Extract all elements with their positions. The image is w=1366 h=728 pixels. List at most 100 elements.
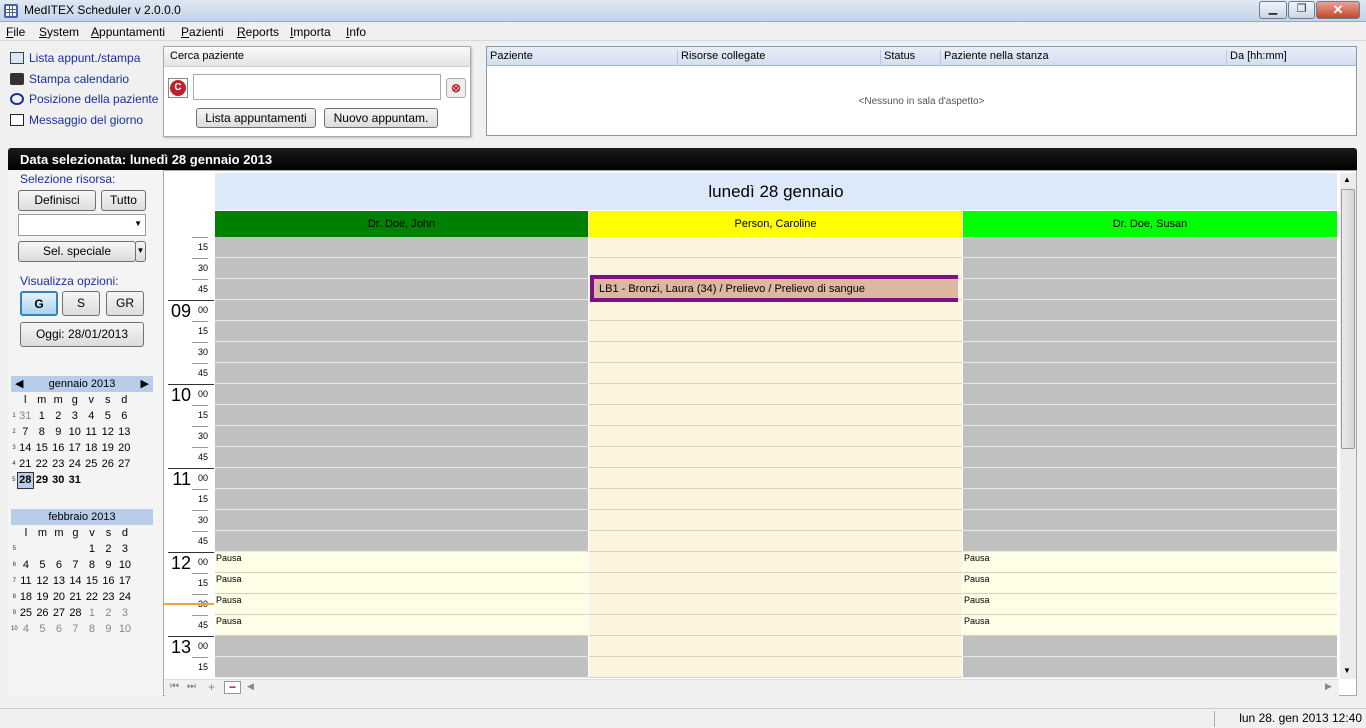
calendar-day[interactable]: 12 bbox=[34, 573, 51, 589]
time-slot[interactable] bbox=[963, 237, 1337, 258]
clear-search-button[interactable]: ⊗ bbox=[446, 78, 466, 98]
calendar-day[interactable]: 4 bbox=[18, 557, 35, 573]
time-slot[interactable] bbox=[215, 279, 588, 300]
calendar-day[interactable]: 6 bbox=[116, 408, 133, 424]
calendar-day[interactable]: 14 bbox=[67, 573, 84, 589]
time-slot[interactable] bbox=[589, 363, 962, 384]
calendar-day[interactable]: 5 bbox=[34, 557, 51, 573]
calendar-day[interactable]: 20 bbox=[51, 589, 68, 605]
time-slot[interactable] bbox=[215, 657, 588, 678]
time-slot[interactable] bbox=[215, 384, 588, 405]
time-slot[interactable] bbox=[215, 405, 588, 426]
calendar-day[interactable]: 18 bbox=[18, 589, 35, 605]
calendar-day[interactable]: 25 bbox=[83, 456, 100, 472]
calendar-day[interactable]: 13 bbox=[51, 573, 68, 589]
calendar-day[interactable]: 8 bbox=[34, 424, 51, 440]
link-lista-appuntamenti[interactable]: Lista appunt./stampa bbox=[10, 49, 140, 67]
time-slot[interactable]: Pausa bbox=[215, 594, 588, 615]
scroll-up-icon[interactable]: ▲ bbox=[1343, 175, 1351, 184]
vertical-scrollbar[interactable]: ▲ ▼ bbox=[1340, 173, 1356, 679]
remove-icon[interactable]: − bbox=[224, 681, 241, 694]
calendar-day[interactable]: 12 bbox=[100, 424, 117, 440]
nuovo-appuntamento-button[interactable]: Nuovo appuntam. bbox=[324, 108, 438, 128]
calendar-day[interactable]: 11 bbox=[18, 573, 35, 589]
time-slot[interactable] bbox=[963, 447, 1337, 468]
menu-appuntamenti[interactable]: Appuntamenti bbox=[91, 25, 165, 39]
time-slot[interactable] bbox=[963, 468, 1337, 489]
calendar-day[interactable]: 5 bbox=[100, 408, 117, 424]
menu-reports[interactable]: Reports bbox=[237, 25, 279, 39]
time-slot[interactable] bbox=[589, 447, 962, 468]
calendar-day[interactable]: 24 bbox=[117, 589, 134, 605]
calendar-day[interactable] bbox=[18, 541, 35, 557]
col-paziente-stanza[interactable]: Paziente nella stanza bbox=[940, 50, 1049, 66]
time-slot[interactable] bbox=[589, 237, 962, 258]
time-slot[interactable] bbox=[215, 489, 588, 510]
time-slot[interactable] bbox=[963, 510, 1337, 531]
view-group-button[interactable]: GR bbox=[106, 291, 144, 316]
today-button[interactable]: Oggi: 28/01/2013 bbox=[20, 322, 144, 347]
calendar-day[interactable]: 28 bbox=[16, 471, 34, 489]
time-slot[interactable] bbox=[963, 363, 1337, 384]
view-week-button[interactable]: S bbox=[62, 291, 100, 316]
calendar-day[interactable]: 17 bbox=[117, 573, 134, 589]
calendar-day[interactable]: 8 bbox=[84, 557, 101, 573]
calendar-day[interactable]: 1 bbox=[84, 605, 101, 621]
time-slot[interactable]: Pausa bbox=[215, 615, 588, 636]
time-slot[interactable] bbox=[215, 237, 588, 258]
prev-month-icon[interactable]: ◀ bbox=[15, 376, 23, 392]
calendar-day[interactable] bbox=[67, 541, 84, 557]
calendar-day[interactable]: 23 bbox=[100, 589, 117, 605]
time-slot[interactable] bbox=[589, 321, 962, 342]
resource-header-john[interactable]: Dr. Doe, John bbox=[215, 211, 588, 237]
time-slot[interactable] bbox=[215, 426, 588, 447]
calendar-day[interactable]: 19 bbox=[34, 589, 51, 605]
calendar-day[interactable]: 10 bbox=[67, 424, 84, 440]
search-mode-button[interactable]: C bbox=[168, 78, 188, 98]
menu-file[interactable]: File bbox=[6, 25, 25, 39]
resource-header-susan[interactable]: Dr. Doe, Susan bbox=[963, 211, 1337, 237]
calendar-day[interactable]: 20 bbox=[116, 440, 133, 456]
calendar-day[interactable]: 26 bbox=[34, 605, 51, 621]
time-slot[interactable] bbox=[215, 363, 588, 384]
scroll-down-icon[interactable]: ▼ bbox=[1343, 666, 1351, 675]
calendar-day[interactable]: 31 bbox=[67, 472, 84, 488]
time-slot[interactable] bbox=[215, 300, 588, 321]
time-slot[interactable] bbox=[963, 636, 1337, 657]
scroll-left-icon[interactable]: ◀ bbox=[247, 681, 254, 692]
time-slot[interactable] bbox=[963, 258, 1337, 279]
time-slot[interactable] bbox=[215, 258, 588, 279]
menu-system[interactable]: System bbox=[39, 25, 79, 39]
col-paziente[interactable]: Paziente bbox=[487, 50, 533, 66]
calendar-day[interactable]: 13 bbox=[116, 424, 133, 440]
calendar-day[interactable]: 8 bbox=[84, 621, 101, 637]
calendar-day[interactable]: 29 bbox=[34, 472, 51, 488]
calendar-day[interactable]: 4 bbox=[18, 621, 35, 637]
time-slot[interactable]: Pausa bbox=[963, 615, 1337, 636]
time-slot[interactable] bbox=[215, 531, 588, 552]
calendar-day[interactable]: 23 bbox=[50, 456, 67, 472]
time-slot[interactable] bbox=[963, 531, 1337, 552]
view-day-button[interactable]: G bbox=[20, 291, 58, 316]
calendar-day[interactable]: 24 bbox=[67, 456, 84, 472]
calendar-day[interactable]: 14 bbox=[17, 440, 34, 456]
time-slot[interactable] bbox=[963, 657, 1337, 678]
define-button[interactable]: Definisci bbox=[18, 190, 96, 211]
menu-importa[interactable]: Importa bbox=[290, 25, 331, 39]
calendar-day[interactable]: 16 bbox=[100, 573, 117, 589]
calendar-day[interactable]: 3 bbox=[117, 541, 134, 557]
time-slot[interactable]: Pausa bbox=[963, 552, 1337, 573]
special-selection-dropdown[interactable]: ▼ bbox=[135, 241, 146, 262]
calendar-day[interactable]: 9 bbox=[100, 557, 117, 573]
calendar-day[interactable]: 1 bbox=[84, 541, 101, 557]
calendar-day[interactable]: 21 bbox=[17, 456, 34, 472]
patient-search-input[interactable] bbox=[193, 74, 441, 100]
time-slot[interactable] bbox=[589, 489, 962, 510]
col-risorse[interactable]: Risorse collegate bbox=[677, 50, 765, 66]
time-slot[interactable] bbox=[215, 468, 588, 489]
calendar-day[interactable] bbox=[116, 472, 133, 488]
time-slot[interactable] bbox=[963, 279, 1337, 300]
time-slot[interactable] bbox=[215, 636, 588, 657]
calendar-day[interactable] bbox=[51, 541, 68, 557]
calendar-day[interactable]: 1 bbox=[34, 408, 51, 424]
